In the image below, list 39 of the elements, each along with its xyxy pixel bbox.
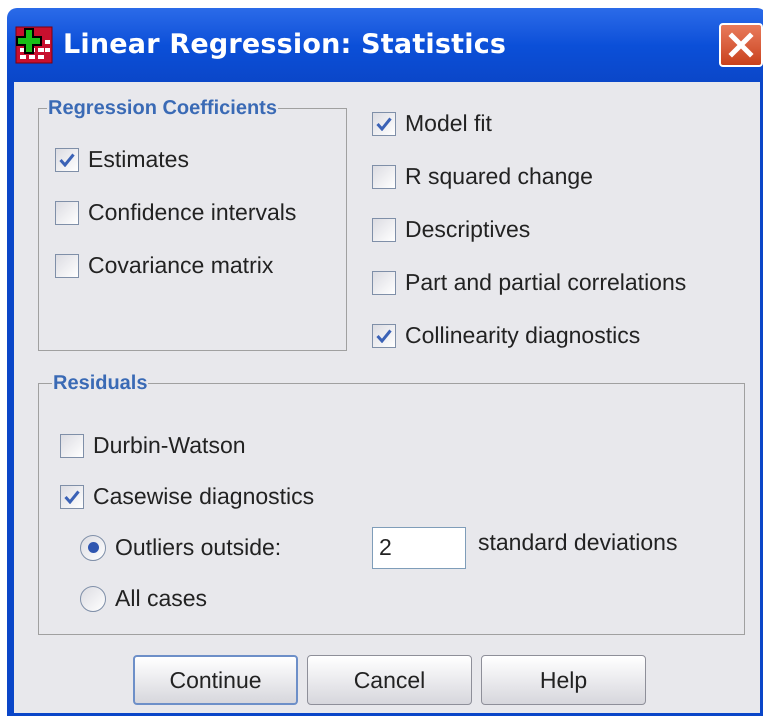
dialog-button[interactable]: Help (481, 655, 646, 705)
close-button[interactable] (719, 23, 763, 67)
checkbox[interactable] (60, 434, 84, 458)
option-label: Part and partial correlations (405, 268, 686, 298)
close-icon (728, 32, 754, 58)
checkbox[interactable] (372, 164, 396, 188)
window-title: Linear Regression: Statistics (63, 28, 506, 62)
option-label: Durbin-Watson (93, 431, 246, 460)
option-label: Estimates (88, 145, 189, 174)
radio-button[interactable] (80, 586, 106, 612)
option-label: Covariance matrix (88, 251, 274, 280)
option-label: Outliers outside: (115, 533, 282, 562)
app-icon (15, 26, 53, 64)
checkbox[interactable] (55, 148, 79, 172)
checkbox[interactable] (372, 218, 396, 242)
checkbox[interactable] (372, 112, 396, 136)
check-icon (376, 328, 392, 342)
radio-button[interactable] (80, 534, 106, 560)
option-label: R squared change (405, 162, 593, 192)
unit-label: standard deviations (478, 528, 678, 558)
number-field[interactable]: 2 (372, 526, 466, 568)
option-label: Descriptives (405, 215, 530, 244)
option-label: Collinearity diagnostics (405, 321, 640, 350)
checkbox[interactable] (55, 200, 79, 224)
checkbox[interactable] (55, 254, 79, 278)
group-title: Residuals (52, 372, 148, 394)
option-label: Model fit (405, 109, 492, 138)
checkbox[interactable] (372, 324, 396, 348)
dialog-button[interactable]: Continue (133, 655, 298, 705)
check-icon (59, 152, 75, 166)
checkbox[interactable] (60, 484, 84, 508)
dialog-button[interactable]: Cancel (307, 655, 472, 705)
option-label: Casewise diagnostics (93, 482, 314, 512)
option-label: Confidence intervals (88, 198, 296, 228)
option-label: All cases (115, 584, 208, 614)
check-icon (64, 490, 80, 504)
check-icon (376, 116, 392, 130)
checkbox[interactable] (372, 270, 396, 294)
group-title: Regression Coefficients (47, 97, 278, 119)
